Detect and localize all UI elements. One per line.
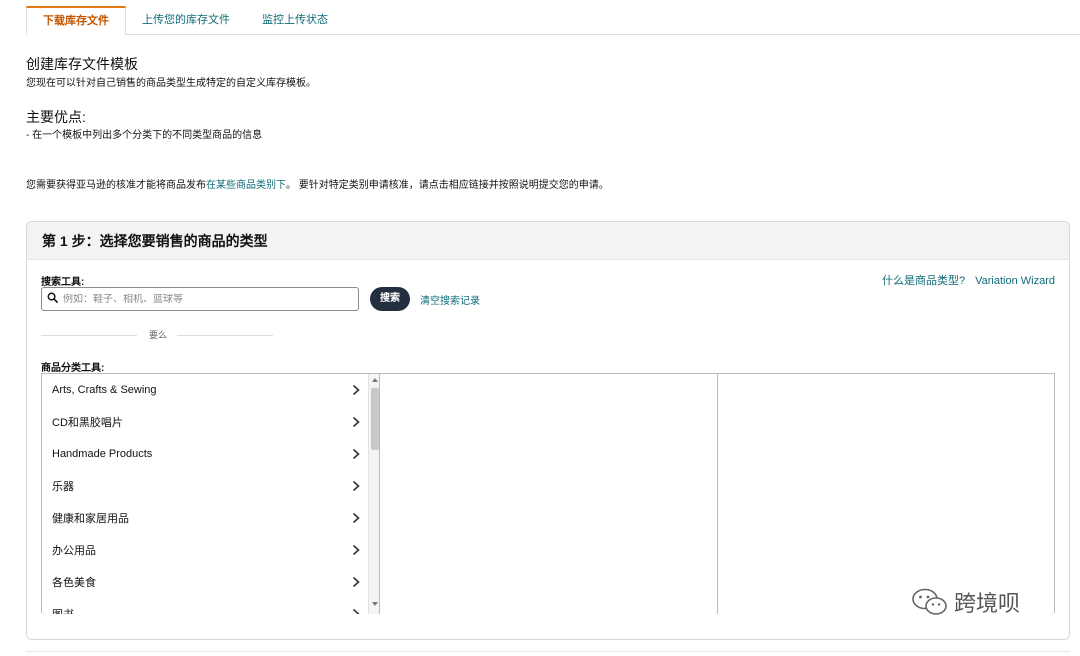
benefit-item: - 在一个模板中列出多个分类下的不同类型商品的信息: [26, 130, 263, 141]
search-button[interactable]: 搜索: [370, 287, 410, 311]
page-divider: [26, 651, 1070, 652]
category-item[interactable]: 乐器: [42, 470, 368, 502]
category-column-1: Arts, Crafts & Sewing CD和黑胶唱片 Handmade P…: [42, 374, 368, 614]
chevron-right-icon: [352, 576, 360, 588]
category-item[interactable]: 健康和家居用品: [42, 502, 368, 534]
category-item[interactable]: Arts, Crafts & Sewing: [42, 374, 368, 406]
benefits-title: 主要优点:: [26, 109, 86, 125]
notice-text-2: 。 要针对特定类别申请核准，请点击相应链接并按照说明提交您的申请。: [286, 180, 609, 191]
category-label: 图书: [52, 606, 74, 614]
category-label: 健康和家居用品: [52, 513, 129, 525]
or-line-left: [41, 335, 137, 336]
search-box: [41, 287, 359, 311]
scroll-thumb[interactable]: [371, 388, 379, 450]
scroll-up-arrow-icon[interactable]: [371, 376, 379, 384]
category-label: 办公用品: [52, 545, 96, 557]
or-text: 要么: [149, 330, 168, 340]
wechat-icon: [912, 588, 947, 615]
step1-title: 第 1 步：选择您要销售的商品的类型: [27, 222, 1069, 260]
category-label: Arts, Crafts & Sewing: [52, 384, 157, 396]
chevron-right-icon: [352, 448, 360, 460]
scroll-down-arrow-icon[interactable]: [371, 600, 379, 608]
search-input[interactable]: [63, 293, 333, 305]
watermark-text: 跨境呗: [954, 592, 1021, 617]
category-label: 各色美食: [52, 577, 96, 589]
chevron-right-icon: [352, 480, 360, 492]
category-item[interactable]: 图书: [42, 598, 368, 614]
clear-search-link[interactable]: 清空搜索记录: [420, 292, 480, 307]
category-label: Handmade Products: [52, 448, 153, 460]
category-item[interactable]: CD和黑胶唱片: [42, 406, 368, 438]
category-column-divider: [717, 374, 718, 614]
tab-upload-inventory[interactable]: 上传您的库存文件: [126, 6, 246, 35]
chevron-right-icon: [352, 384, 360, 396]
approval-notice: 您需要获得亚马逊的核准才能将商品发布在某些商品类别下。 要针对特定类别申请核准，…: [26, 176, 609, 191]
restricted-categories-link[interactable]: 在某些商品类别下: [206, 180, 286, 191]
category-label: 乐器: [52, 481, 74, 493]
category-label: CD和黑胶唱片: [52, 417, 123, 429]
chevron-right-icon: [352, 608, 360, 614]
page-title: 创建库存文件模板: [26, 56, 138, 72]
watermark: 跨境呗: [910, 586, 1020, 618]
variation-wizard-link[interactable]: Variation Wizard: [975, 275, 1055, 287]
chevron-right-icon: [352, 512, 360, 524]
category-item[interactable]: 各色美食: [42, 566, 368, 598]
category-item[interactable]: Handmade Products: [42, 438, 368, 470]
search-tool-label: 搜索工具:: [41, 277, 85, 288]
category-tool-label: 商品分类工具:: [41, 363, 105, 374]
what-is-product-type-link[interactable]: 什么是商品类型?: [882, 275, 965, 287]
tab-bar: 下载库存文件 上传您的库存文件 监控上传状态: [26, 6, 344, 35]
or-divider: 要么: [41, 328, 273, 342]
category-item[interactable]: 办公用品: [42, 534, 368, 566]
step1-panel: 第 1 步：选择您要销售的商品的类型 搜索工具: 什么是商品类型? Variati…: [26, 221, 1070, 640]
category-scrollbar[interactable]: [368, 374, 380, 614]
tab-monitor-upload[interactable]: 监控上传状态: [246, 6, 344, 35]
intro-description: 您现在可以针对自己销售的商品类型生成特定的自定义库存模板。: [26, 78, 316, 89]
tab-bar-divider: [26, 34, 1080, 35]
chevron-right-icon: [352, 416, 360, 428]
notice-text: 您需要获得亚马逊的核准才能将商品发布: [26, 180, 206, 191]
help-links: 什么是商品类型? Variation Wizard: [882, 272, 1055, 288]
tab-download-inventory[interactable]: 下载库存文件: [26, 6, 126, 35]
or-line-right: [177, 335, 273, 336]
search-icon: [47, 290, 58, 308]
chevron-right-icon: [352, 544, 360, 556]
category-browser: Arts, Crafts & Sewing CD和黑胶唱片 Handmade P…: [41, 373, 1055, 614]
